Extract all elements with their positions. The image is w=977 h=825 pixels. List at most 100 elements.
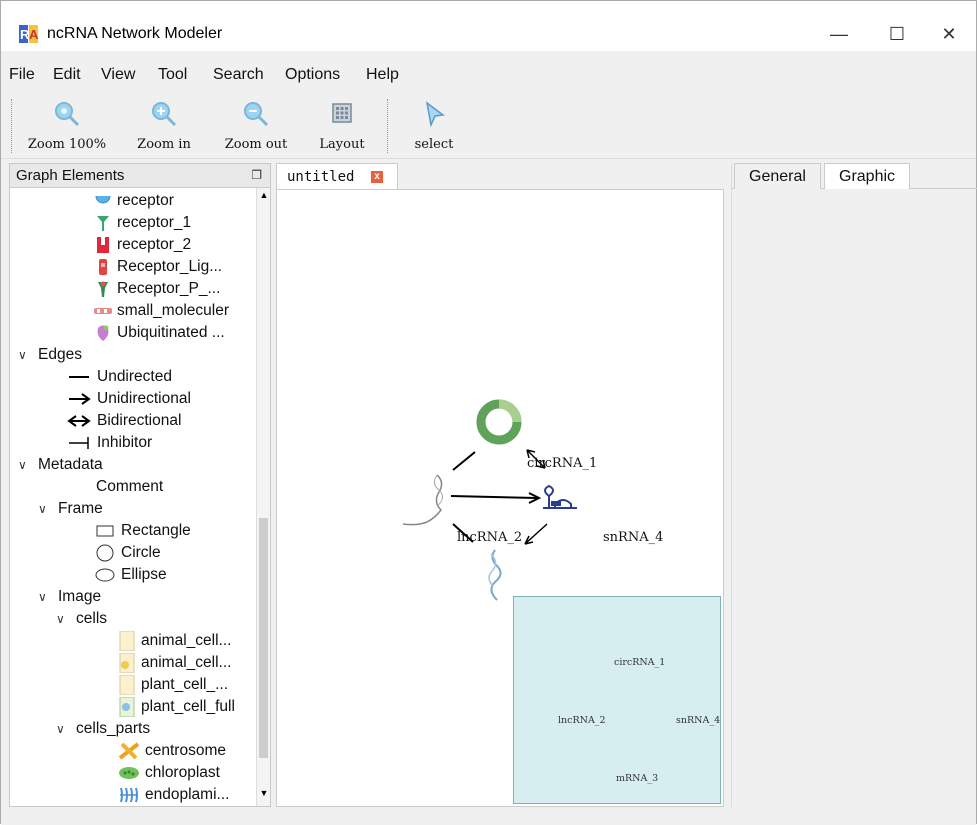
- menu-help[interactable]: Help: [366, 66, 399, 84]
- tree-item-centrosome[interactable]: centrosome: [118, 740, 226, 762]
- edge-lnc-sn[interactable]: [450, 495, 538, 499]
- tree-item-receptor-1[interactable]: receptor_1: [94, 212, 191, 234]
- tree-item-unidirectional[interactable]: Unidirectional: [66, 388, 191, 410]
- tab-close-icon[interactable]: x: [371, 171, 383, 183]
- tree-item-rectangle[interactable]: Rectangle: [94, 520, 191, 542]
- tree-item-receptor-2[interactable]: receptor_2: [94, 234, 191, 256]
- lncrna-node[interactable]: [402, 474, 443, 526]
- circrna-node[interactable]: [476, 399, 522, 445]
- menu-search[interactable]: Search: [213, 66, 264, 84]
- minimap[interactable]: circRNA_1 lncRNA_2 snRNA_4 mRNA_3: [513, 596, 721, 804]
- properties-tabs: General Graphic: [732, 163, 977, 189]
- toolbar-separator: [387, 99, 388, 153]
- tree-item-label: Ubiquitinated ...: [117, 324, 225, 341]
- tree-item-label: Ellipse: [121, 566, 167, 583]
- tree-item-label: plant_cell_...: [141, 676, 229, 693]
- rectangle-frame-icon: [94, 522, 116, 540]
- tree-item-undirected[interactable]: Undirected: [66, 366, 172, 388]
- tree-item-plant-cell[interactable]: plant_cell_...: [118, 674, 228, 696]
- circrna-label[interactable]: circRNA_1: [527, 456, 597, 471]
- tree-item-label: plant_cell_full: [141, 698, 235, 715]
- menu-tool[interactable]: Tool: [158, 66, 187, 84]
- tree-item-animal-cell-1[interactable]: animal_cell...: [118, 630, 231, 652]
- tree-item-small-moleculer[interactable]: small_moleculer: [94, 300, 229, 322]
- scrollbar-thumb[interactable]: [259, 518, 268, 758]
- zoom-out-button[interactable]: Zoom out: [219, 99, 293, 152]
- chevron-down-icon: ∨: [56, 612, 65, 626]
- restore-panel-icon[interactable]: ❐: [251, 168, 262, 182]
- menu-options[interactable]: Options: [285, 66, 340, 84]
- tree-item-receptor-ligand[interactable]: Receptor_Lig...: [94, 256, 222, 278]
- properties-panel: General Graphic: [731, 163, 977, 807]
- tree-item-label: Comment: [96, 478, 164, 495]
- toolbar: Zoom 100% Zoom in Zoom out Layout select: [1, 93, 976, 159]
- plant-cell-icon: [118, 675, 136, 695]
- tree-group-cells-parts[interactable]: ∨ cells_parts: [56, 718, 150, 740]
- endoplasmic-reticulum-icon: [118, 786, 140, 804]
- tree-group-edges[interactable]: ∨ Edges: [18, 344, 82, 366]
- animal-cell-full-icon: [118, 653, 136, 673]
- edge-circ-lnc[interactable]: [452, 451, 476, 471]
- lncrna-label[interactable]: lncRNA_2: [457, 530, 522, 545]
- maximize-button[interactable]: ☐: [877, 19, 917, 49]
- tree-group-label: cells: [76, 610, 108, 627]
- tab-general[interactable]: General: [734, 163, 821, 189]
- tree-item-inhibitor[interactable]: Inhibitor: [66, 432, 152, 454]
- tree-item-animal-cell-2[interactable]: animal_cell...: [118, 652, 231, 674]
- tree-item-label: small_moleculer: [117, 302, 229, 319]
- select-button[interactable]: select: [403, 99, 465, 152]
- tree-item-label: receptor_1: [117, 214, 192, 231]
- menu-view[interactable]: View: [101, 66, 135, 84]
- title-bar: R A ncRNA Network Modeler — ☐ ✕: [1, 1, 976, 51]
- tree-item-plant-cell-full[interactable]: plant_cell_full: [118, 696, 235, 718]
- graph-canvas[interactable]: circRNA_1 lncRNA_2 snRNA_4 circRNA_1 lnc…: [276, 189, 724, 807]
- cursor-arrow-icon: [425, 101, 445, 128]
- tree-item-label: Circle: [121, 544, 161, 561]
- tree-group-image[interactable]: ∨ Image: [38, 586, 101, 608]
- close-button[interactable]: ✕: [929, 19, 969, 49]
- tree-item-ellipse[interactable]: Ellipse: [94, 564, 167, 586]
- tree-item-endoplasmic[interactable]: endoplami...: [118, 784, 229, 806]
- tree-item-circle[interactable]: Circle: [94, 542, 161, 564]
- scroll-down-icon[interactable]: ▼: [257, 788, 270, 804]
- tree-item-label: Receptor_P_...: [117, 280, 221, 297]
- tree-scrollbar[interactable]: ▲ ▼: [256, 188, 270, 806]
- app-window: R A ncRNA Network Modeler — ☐ ✕ File Edi…: [0, 0, 977, 825]
- tree-item-label: Bidirectional: [97, 412, 182, 429]
- minimize-button[interactable]: —: [819, 19, 859, 49]
- bidirectional-edge-icon: [66, 412, 92, 430]
- graph-elements-panel: Graph Elements ❐ receptor receptor_1 rec…: [9, 163, 271, 807]
- tree-item-label: animal_cell...: [141, 632, 232, 649]
- tree-item-bidirectional[interactable]: Bidirectional: [66, 410, 181, 432]
- tree-group-cells[interactable]: ∨ cells: [56, 608, 107, 630]
- layout-button[interactable]: Layout: [311, 99, 373, 152]
- tree-item-chloroplast[interactable]: chloroplast: [118, 762, 220, 784]
- scroll-up-icon[interactable]: ▲: [257, 190, 270, 206]
- tree-item-receptor[interactable]: receptor: [94, 190, 174, 212]
- tree-item-label: Rectangle: [121, 522, 191, 539]
- edge-sn-m[interactable]: [524, 523, 548, 545]
- menu-edit[interactable]: Edit: [53, 66, 81, 84]
- tab-graphic[interactable]: Graphic: [824, 163, 911, 189]
- snrna-label[interactable]: snRNA_4: [603, 530, 663, 545]
- zoom-100-button[interactable]: Zoom 100%: [23, 99, 111, 152]
- tree-group-frame[interactable]: ∨ Frame: [38, 498, 103, 520]
- tree-item-comment[interactable]: Comment: [96, 476, 163, 498]
- document-tab-untitled[interactable]: untitled x: [276, 163, 398, 189]
- tree-item-label: endoplami...: [145, 786, 230, 803]
- zoom-out-label: Zoom out: [224, 137, 288, 152]
- receptor-p-icon: [94, 280, 112, 298]
- zoom-in-button[interactable]: Zoom in: [129, 99, 199, 152]
- menu-file[interactable]: File: [9, 66, 35, 84]
- tree-item-ubiquitinated[interactable]: Ubiquitinated ...: [94, 322, 225, 344]
- minimap-snrna-label: snRNA_4: [676, 715, 721, 726]
- receptor-1-icon: [94, 214, 112, 232]
- element-tree: receptor receptor_1 receptor_2 Receptor_…: [10, 188, 258, 806]
- mrna-node[interactable]: [488, 549, 502, 601]
- chloroplast-icon: [118, 764, 140, 782]
- snrna-node[interactable]: [543, 484, 577, 509]
- tree-item-label: Inhibitor: [97, 434, 153, 451]
- tree-group-metadata[interactable]: ∨ Metadata: [18, 454, 103, 476]
- chevron-down-icon: ∨: [38, 502, 47, 516]
- tree-item-receptor-p[interactable]: Receptor_P_...: [94, 278, 220, 300]
